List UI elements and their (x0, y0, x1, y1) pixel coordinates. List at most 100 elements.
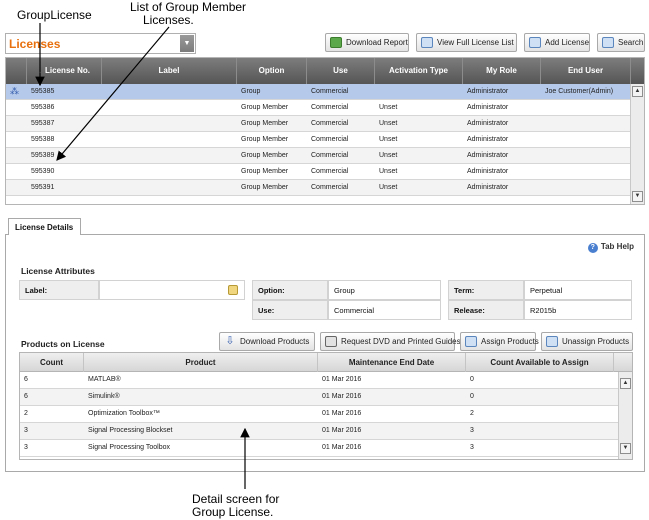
col-license-no[interactable]: ↓ License No. (27, 58, 102, 84)
table-row[interactable]: 595386 Group Member Commercial Unset Adminis… (6, 100, 630, 116)
cell-end: 01 Mar 2016 (322, 427, 362, 434)
use-label: Use: (252, 300, 328, 320)
download-arrow-icon: ⇩ (225, 335, 235, 347)
cell-label (102, 180, 237, 195)
cell-activation (375, 84, 463, 99)
cell-no: 595389 (31, 152, 55, 159)
view-dropdown[interactable]: Licenses ▼ (5, 33, 196, 54)
tab-license-details[interactable]: License Details (8, 218, 81, 235)
cell-avail: 3 (470, 427, 474, 434)
scroll-up-icon[interactable]: ▲ (632, 86, 643, 97)
scroll-down-icon[interactable]: ▼ (632, 191, 643, 202)
add-license-button[interactable]: Add License (524, 33, 590, 52)
cell-use: Commercial (311, 152, 349, 159)
cell-end: 01 Mar 2016 (322, 376, 362, 383)
annotation-detail-screen: Detail screen for Group License. (192, 492, 280, 519)
col-label[interactable]: Label (102, 58, 237, 84)
col-product[interactable]: Product (84, 353, 318, 372)
table-row[interactable]: ⁂ 595385 Group Commercial Administrator Joe C… (6, 84, 630, 100)
license-grid-header: ↓ License No. Label Option Use Activation… (6, 58, 644, 84)
view-full-license-list-button[interactable]: View Full License List (416, 33, 517, 52)
table-row[interactable]: 6 MATLAB® 01 Mar 2016 0 (20, 372, 618, 389)
col-option[interactable]: Option (237, 58, 307, 84)
cell-product: Signal Processing Blockset (88, 427, 173, 434)
cell-no: 595390 (31, 168, 55, 175)
col-my-role[interactable]: My Role (463, 58, 541, 84)
download-report-button[interactable]: Download Report (325, 33, 409, 52)
cell-avail: 3 (470, 444, 474, 451)
table-row[interactable]: 2 Optimization Toolbox™ 01 Mar 2016 2 (20, 406, 618, 423)
cell-option: Group (241, 88, 261, 95)
cell-option: Group Member (241, 152, 289, 159)
table-row[interactable]: 3 Signal Processing Toolbox 01 Mar 2016 3 (20, 440, 618, 457)
col-use[interactable]: Use (307, 58, 375, 84)
release-label: Release: (448, 300, 524, 320)
term-value: Perpetual (524, 280, 632, 300)
col-end-user[interactable]: End User (541, 58, 631, 84)
help-icon: ? (587, 243, 598, 253)
cell-count: 2 (24, 410, 28, 417)
table-row[interactable]: 595389 Group Member Commercial Unset Adminis… (6, 148, 630, 164)
cell-role: Administrator (467, 120, 509, 127)
add-icon (529, 37, 541, 48)
cell-label (102, 84, 237, 99)
table-row[interactable]: 595387 Group Member Commercial Unset Adminis… (6, 116, 630, 132)
table-row[interactable]: 6 Simulink® 01 Mar 2016 0 (20, 389, 618, 406)
products-scrollbar[interactable]: ▲ ▼ (618, 372, 632, 459)
term-label: Term: (448, 280, 524, 300)
cell-role: Administrator (467, 184, 509, 191)
tab-help-link[interactable]: ? Tab Help (587, 242, 634, 253)
cell-product: Simulink® (88, 393, 120, 400)
label-value[interactable] (99, 280, 245, 300)
col-activation-type[interactable]: Activation Type (375, 58, 463, 84)
cell-label (102, 148, 237, 163)
download-products-button[interactable]: ⇩ Download Products (219, 332, 315, 351)
assign-products-button[interactable]: Assign Products (460, 332, 539, 351)
assign-icon (465, 336, 477, 347)
cell-use: Commercial (311, 120, 349, 127)
cell-option: Group Member (241, 120, 289, 127)
cell-no: 595391 (31, 184, 55, 191)
license-details-panel: ? Tab Help License Attributes Label: Opti… (5, 234, 645, 472)
col-count[interactable]: Count (20, 353, 84, 372)
table-row[interactable]: 595388 Group Member Commercial Unset Adminis… (6, 132, 630, 148)
license-list-scrollbar[interactable]: ▲ ▼ (630, 84, 644, 204)
cell-use: Commercial (311, 104, 349, 111)
chevron-down-icon[interactable]: ▼ (180, 35, 194, 52)
group-icon: ⁂ (10, 86, 19, 96)
cell-count: 3 (24, 444, 28, 451)
cell-end-user (541, 164, 631, 179)
cell-product: Signal Processing Toolbox (88, 444, 170, 451)
cell-use: Commercial (311, 88, 349, 95)
cell-option: Group Member (241, 104, 289, 111)
cell-option: Group Member (241, 168, 289, 175)
col-maintenance-end-date[interactable]: Maintenance End Date (318, 353, 466, 372)
cell-end-user (541, 148, 631, 163)
cell-end-user (541, 132, 631, 147)
cell-role: Administrator (467, 136, 509, 143)
cell-label (102, 132, 237, 147)
dvd-icon (325, 336, 337, 347)
cell-product: MATLAB® (88, 376, 121, 383)
table-row[interactable]: 3 Signal Processing Blockset 01 Mar 2016 3 (20, 423, 618, 440)
scroll-down-icon[interactable]: ▼ (620, 443, 631, 454)
scroll-up-icon[interactable]: ▲ (620, 378, 631, 389)
table-row[interactable]: 595391 Group Member Commercial Unset Adminis… (6, 180, 630, 196)
edit-icon[interactable] (228, 285, 238, 295)
cell-label (102, 116, 237, 131)
cell-role: Administrator (467, 104, 509, 111)
request-dvd-button[interactable]: Request DVD and Printed Guides (320, 332, 461, 351)
products-on-license-heading: Products on License (21, 339, 105, 349)
col-count-available[interactable]: Count Available to Assign (466, 353, 614, 372)
search-button[interactable]: Search (597, 33, 645, 52)
unassign-products-button[interactable]: Unassign Products (541, 332, 633, 351)
cell-avail: 0 (470, 376, 474, 383)
cell-no: 595388 (31, 136, 55, 143)
table-row[interactable]: 595390 Group Member Commercial Unset Adminis… (6, 164, 630, 180)
search-icon (602, 37, 614, 48)
cell-activation: Unset (379, 168, 398, 175)
cell-option: Group Member (241, 184, 289, 191)
license-list-grid: ↓ License No. Label Option Use Activation… (5, 57, 645, 205)
label-label: Label: (19, 280, 99, 300)
cell-count: 6 (24, 393, 28, 400)
